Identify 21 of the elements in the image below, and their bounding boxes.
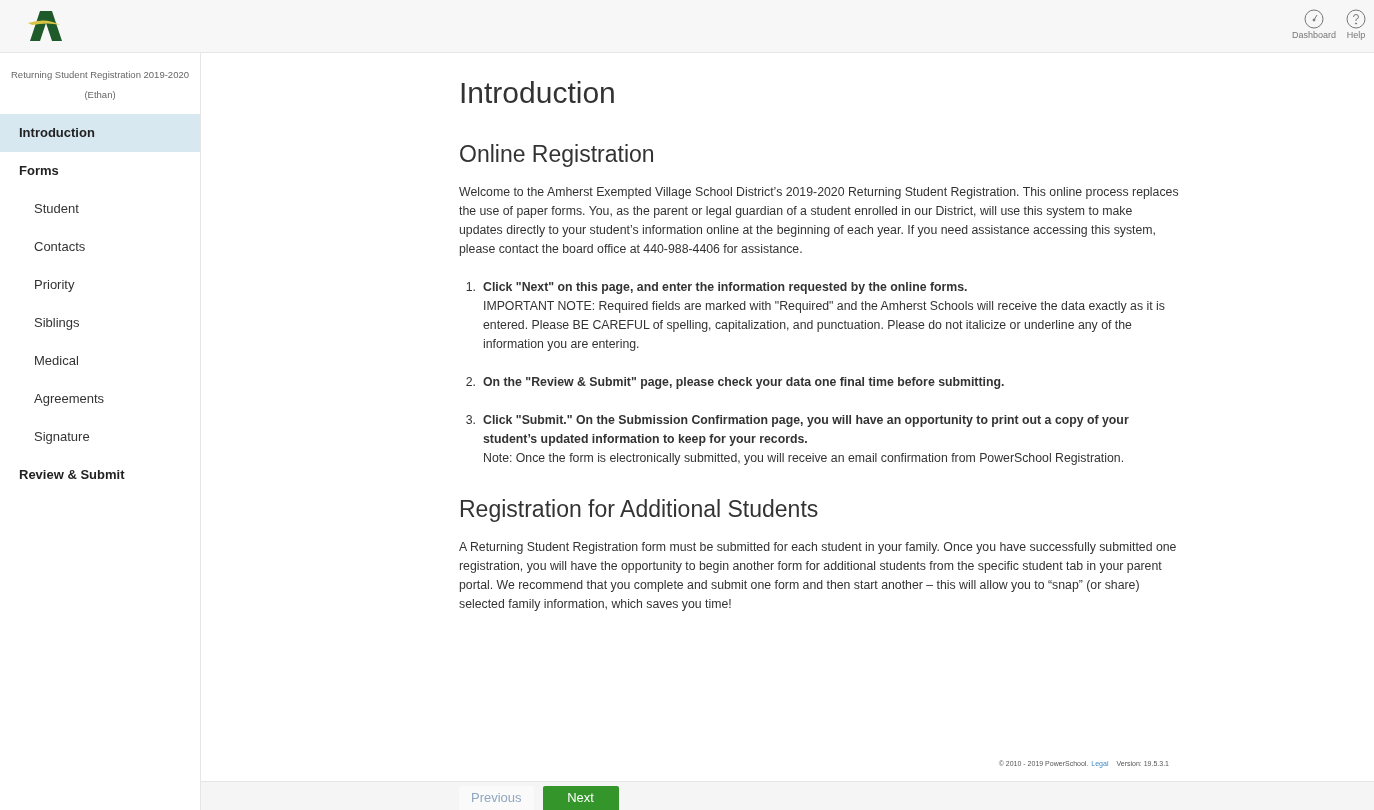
- header-link[interactable]: Dashboard: [1291, 9, 1336, 43]
- paragraph: A Returning Student Registration form must be submitted for each student in your family. Once you have successfully submitted one registration, you will have the opportunity to begin another form for additional students from the specific student tab in your parent portal. We recommend that you complete and submit one form and then start another – this will allow you to “snap” (or share) selected family information, which saves you time!: [459, 539, 1178, 613]
- sidebar-title: Returning Student Registration 2019-2020 (Ethan): [10, 68, 190, 102]
- header-link[interactable]: Help: [1346, 9, 1366, 43]
- sidebar-item[interactable]: Introduction: [0, 114, 200, 152]
- page-title: Introduction: [459, 75, 617, 111]
- gauge-icon: [1304, 9, 1324, 30]
- paragraph: Welcome to the Amherst Exempted Village School District’s 2019-2020 Returning Student Registration. This online process replaces the use of paper forms. You, as the parent or legal guardian of a student enrolled in our District, will use this system to make updates directly to your student’s information online at the beginning of each year. If you need assistance accessing this system, please contact the board office at 440-988-4406 for assistance.: [459, 184, 1179, 258]
- step-title: On the "Review & Submit" page, please check your data one final time before submitting.: [483, 374, 1005, 391]
- help-icon: [1346, 9, 1366, 30]
- step-number: 3.: [464, 412, 477, 429]
- step-title: Click "Next" on this page, and enter the information requested by the online forms.: [483, 279, 969, 296]
- school-logo: [28, 9, 64, 43]
- step-note: Note: Once the form is electronically submitted, you will receive an email confirmation from PowerSchool Registration.: [483, 450, 1126, 467]
- nav-button[interactable]: Next: [542, 786, 619, 810]
- step-number: 2.: [464, 374, 477, 391]
- step-number: 1.: [464, 279, 477, 296]
- section-heading: Registration for Additional Students: [459, 495, 820, 524]
- step-note: IMPORTANT NOTE: Required fields are marked with "Required" and the Amherst Schools will receive the data exactly as it is entered. Please BE CAREFUL of spelling, capitalization, and punctuation. Please do not italicize or underline any of the information you are entering.: [483, 298, 1166, 353]
- step-title: Click "Submit." On the Submission Confirmation page, you will have an opportunity to print out a copy of your student’s updated information to keep for your records.: [483, 412, 1130, 448]
- section-heading: Online Registration: [459, 140, 656, 169]
